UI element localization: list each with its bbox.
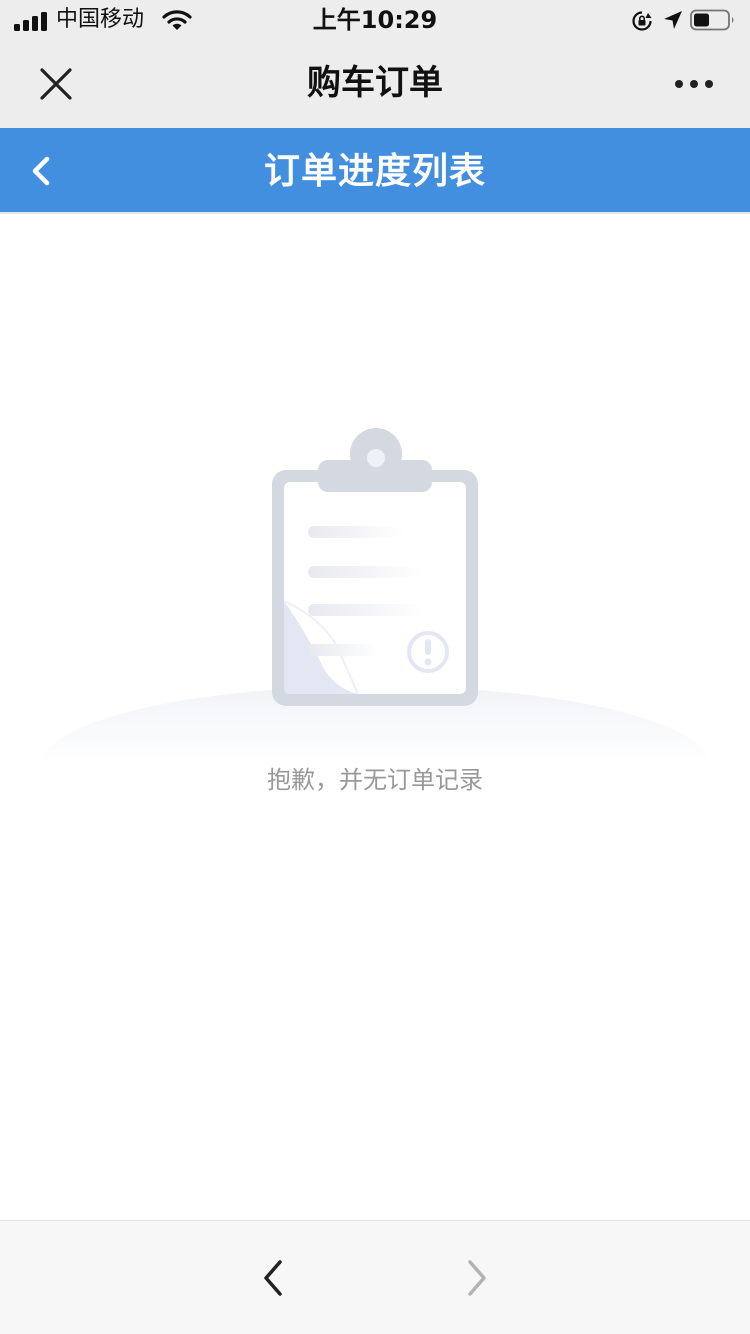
page-nav-bar: 订单进度列表 [0, 128, 750, 214]
bottom-toolbar [0, 1220, 750, 1334]
status-bar: 中国移动 上午10:29 [0, 0, 750, 40]
empty-clipboard-icon [272, 428, 478, 706]
more-icon[interactable] [664, 62, 724, 106]
nav-forward-icon[interactable] [452, 1253, 500, 1303]
app-title: 购车订单 [307, 63, 443, 103]
orientation-lock-icon [632, 11, 652, 31]
battery-icon [690, 9, 734, 31]
page-title: 订单进度列表 [263, 151, 486, 192]
empty-message: 抱歉，并无订单记录 [267, 766, 483, 794]
location-arrow-icon [664, 11, 682, 29]
nav-back-icon[interactable] [250, 1253, 298, 1303]
app-header: 购车订单 [0, 40, 750, 128]
empty-state: 抱歉，并无订单记录 [0, 214, 750, 1220]
